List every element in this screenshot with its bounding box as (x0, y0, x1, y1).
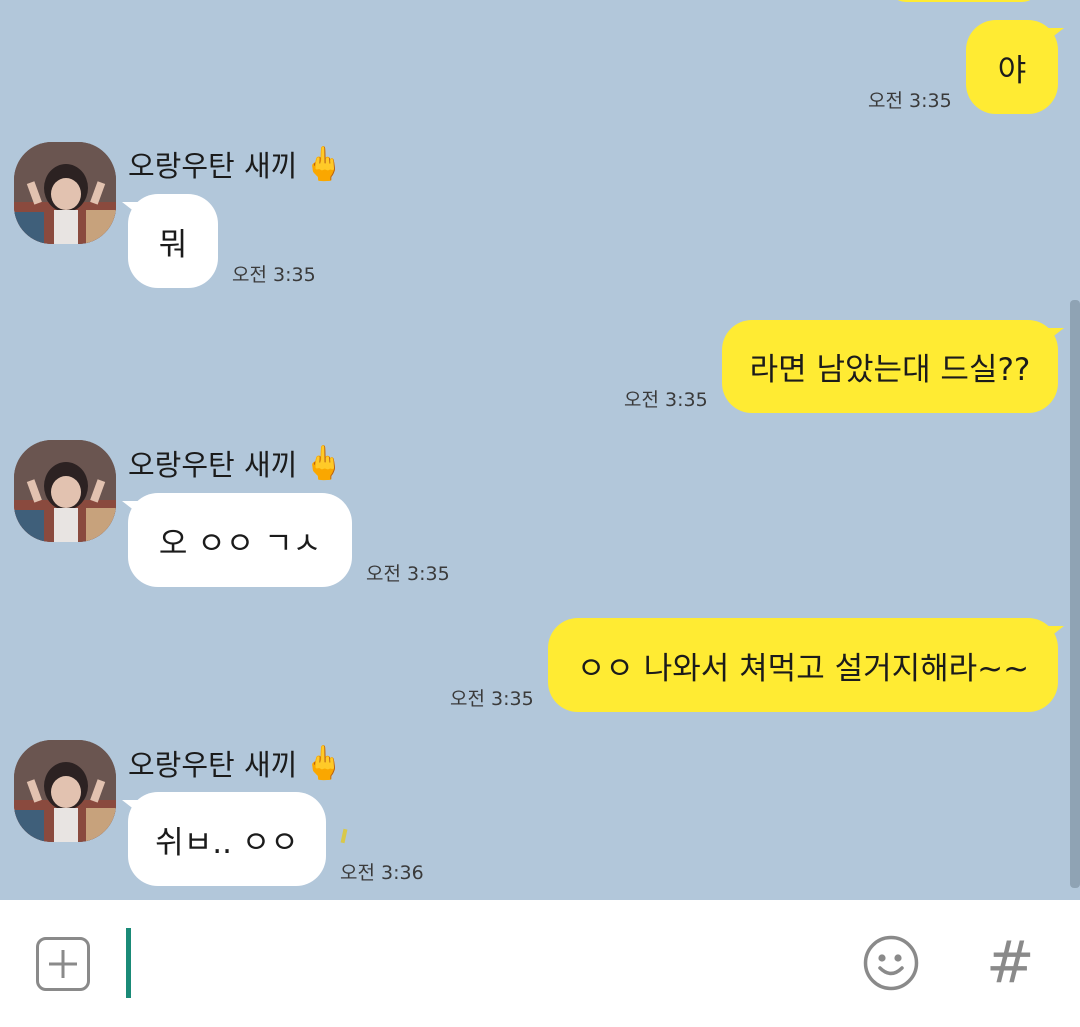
smiley-face-icon (863, 935, 919, 991)
message-time: 오전 3:35 (624, 389, 708, 411)
message-text: 오 ㅇㅇ ㄱㅅ (158, 525, 322, 562)
my-message-bubble[interactable]: 야 (966, 20, 1064, 114)
sender-name: 오랑우탄 새끼 🖕 (128, 742, 344, 784)
text-cursor[interactable] (126, 928, 131, 998)
profile-photo-icon (14, 740, 116, 842)
message-time: 오전 3:36 (340, 862, 424, 884)
sender-name-text: 오랑우탄 새끼 (128, 149, 298, 183)
chat-area[interactable]: 야 오전 3:35 오랑우탄 새끼 🖕 뭐 오전 3:35 라면 남았는대 드실… (0, 0, 1080, 900)
sender-name-text: 오랑우탄 새끼 (128, 448, 298, 482)
sender-name: 오랑우탄 새끼 🖕 (128, 442, 344, 484)
plus-square-icon[interactable] (36, 937, 90, 991)
unread-mark (340, 828, 348, 844)
my-message-bubble[interactable]: ㅇㅇ 나와서 쳐먹고 설거지해라~~ (548, 618, 1064, 712)
profile-photo-icon (14, 440, 116, 542)
message-input-bar: # (0, 900, 1080, 1027)
message-text: 야 (997, 52, 1027, 89)
partner-message-bubble[interactable]: 오 ㅇㅇ ㄱㅅ (122, 493, 352, 587)
avatar[interactable] (14, 142, 116, 244)
scrollbar[interactable] (1070, 300, 1080, 888)
message-text: 쉬ㅂ.. ㅇㅇ (155, 824, 299, 861)
middle-finger-emoji-icon: 🖕 (303, 743, 345, 782)
message-text: ㅇㅇ 나와서 쳐먹고 설거지해라~~ (576, 650, 1030, 687)
sender-name: 오랑우탄 새끼 🖕 (128, 143, 344, 185)
middle-finger-emoji-icon: 🖕 (303, 144, 345, 183)
my-message-bubble[interactable]: 라면 남았는대 드실?? (722, 320, 1064, 413)
previous-message-bubble-edge (888, 0, 1040, 2)
profile-photo-icon (14, 142, 116, 244)
message-text: 뭐 (158, 226, 188, 263)
message-time: 오전 3:35 (366, 563, 450, 585)
sender-name-text: 오랑우탄 새끼 (128, 748, 298, 782)
partner-message-bubble[interactable]: 뭐 (122, 194, 218, 288)
message-time: 오전 3:35 (868, 90, 952, 112)
hashtag-search-button[interactable]: # (986, 930, 1035, 994)
message-time: 오전 3:35 (232, 264, 316, 286)
message-time: 오전 3:35 (450, 688, 534, 710)
avatar[interactable] (14, 740, 116, 842)
avatar[interactable] (14, 440, 116, 542)
middle-finger-emoji-icon: 🖕 (303, 443, 345, 482)
message-text: 라면 남았는대 드실?? (749, 352, 1031, 388)
partner-message-bubble[interactable]: 쉬ㅂ.. ㅇㅇ (122, 792, 326, 886)
smiley-icon[interactable] (862, 934, 920, 992)
